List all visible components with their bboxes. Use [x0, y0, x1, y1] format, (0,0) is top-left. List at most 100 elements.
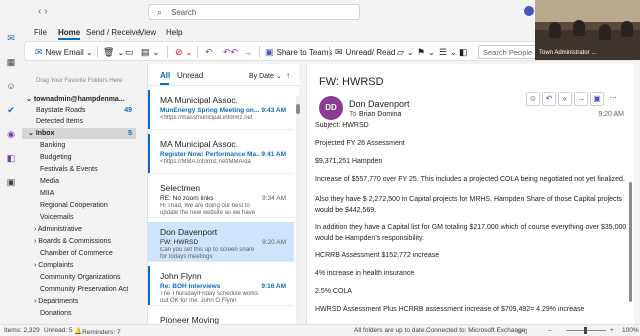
- message-item[interactable]: John Flynn Re: BOH Interviews 9:16 AM Th…: [148, 266, 294, 306]
- message-item[interactable]: MA Municipal Assoc. Register Now: Perfor…: [148, 134, 294, 174]
- message-time: 9:43 AM: [261, 107, 286, 114]
- new-email-label: New Email: [45, 48, 84, 57]
- status-unread: Unread: 5: [44, 327, 73, 334]
- sender-avatar[interactable]: DD: [319, 96, 343, 120]
- folder-community-preservation-act[interactable]: Community Preservation Act: [22, 284, 136, 295]
- tag-icon: ▱: [397, 47, 404, 57]
- sort-direction-icon[interactable]: ↑: [286, 71, 290, 80]
- emoji-icon[interactable]: ☺: [526, 92, 540, 106]
- menu-send-receive[interactable]: Send / Receive: [86, 28, 140, 37]
- email-date: 9:20 AM: [598, 111, 624, 118]
- folder-departments[interactable]: › Departments: [22, 296, 136, 307]
- reading-pane: FW: HWRSD DD Don Davenport To Brian Domi…: [306, 64, 634, 324]
- rules-button[interactable]: ☰ ⌄: [439, 45, 457, 59]
- onenote-icon[interactable]: ◧: [5, 152, 17, 164]
- folder-label: Regional Cooperation: [40, 202, 108, 209]
- folder-administrative[interactable]: › Administrative: [22, 224, 136, 235]
- reply-all-icon[interactable]: «: [558, 92, 572, 106]
- folder-budgeting[interactable]: Budgeting: [22, 152, 136, 163]
- folder-banking[interactable]: Banking: [22, 140, 136, 151]
- folder-media[interactable]: Media: [22, 176, 136, 187]
- body-paragraph: HWRSD Assessment Plus HCRRB assessment i…: [315, 306, 585, 313]
- menu-bar: File Home Send / Receive View Help: [22, 24, 542, 40]
- forward-icon[interactable]: →: [574, 92, 588, 106]
- sort-dropdown[interactable]: By Date ⌄: [249, 72, 282, 80]
- teams-icon[interactable]: ▣: [590, 92, 604, 106]
- teams-icon[interactable]: ◉: [5, 128, 17, 140]
- onenote-button[interactable]: ◧: [459, 45, 471, 59]
- calendar-icon[interactable]: ▦: [5, 56, 17, 68]
- reading-pane-scrollbar[interactable]: [629, 182, 632, 302]
- people-icon[interactable]: ☺: [5, 80, 17, 92]
- view-buttons[interactable]: ▭ ▯: [516, 327, 528, 335]
- teams-share-icon: ▣: [265, 47, 274, 57]
- folder-festivals-events[interactable]: Festivals & Events: [22, 164, 136, 175]
- status-sync: All folders are up to date.: [354, 327, 427, 334]
- reply-all-button[interactable]: ↶↶: [223, 45, 241, 59]
- divider: [197, 46, 198, 58]
- message-item[interactable]: Selectmen RE: No zoom links 9:34 AM Hi T…: [148, 178, 294, 218]
- video-participant: [599, 24, 611, 40]
- flag-button[interactable]: ⚑ ⌄: [417, 45, 435, 59]
- report-button[interactable]: ⊘ ⌄: [175, 45, 192, 59]
- reply-icon[interactable]: ↶: [542, 92, 556, 106]
- apps-icon[interactable]: ▣: [5, 176, 17, 188]
- reply-button[interactable]: ↶: [205, 45, 216, 59]
- folder-voicemails[interactable]: Voicemails: [22, 212, 136, 223]
- folder-community-organizations[interactable]: Community Organizations: [22, 272, 136, 283]
- email-recipient[interactable]: Brian Domina: [359, 111, 401, 118]
- tab-all[interactable]: All: [160, 71, 170, 80]
- zoom-out-button[interactable]: –: [548, 327, 552, 334]
- email-body: Subject: HWRSD Projected FY 26 Assessmen…: [315, 122, 627, 322]
- forward-button[interactable]: →: [243, 45, 255, 59]
- email-actions: ☺ ↶ « → ▣ ⋯: [526, 92, 626, 106]
- menu-view[interactable]: View: [139, 28, 156, 37]
- message-item[interactable]: Pioneer Moving: [148, 310, 294, 324]
- tab-unread[interactable]: Unread: [177, 71, 203, 80]
- zoom-in-button[interactable]: +: [610, 327, 614, 334]
- app-rail: ✉ ▦ ☺ ✔ ◉ ◧ ▣: [0, 24, 22, 324]
- mail-icon[interactable]: ✉: [5, 32, 17, 44]
- share-to-teams-button[interactable]: ▣ Share to Teams: [265, 45, 332, 59]
- folder-regional-cooperation[interactable]: Regional Cooperation: [22, 200, 136, 211]
- folder-miia[interactable]: MIIA: [22, 188, 136, 199]
- menu-file[interactable]: File: [34, 28, 47, 37]
- folder-boards-commissions[interactable]: › Boards & Commissions: [22, 236, 136, 247]
- folder-complaints[interactable]: › Complaints: [22, 260, 136, 271]
- status-reminders[interactable]: 🔔 Reminders: 7: [74, 327, 121, 336]
- menu-home[interactable]: Home: [58, 28, 81, 40]
- archive-button[interactable]: ▭: [125, 45, 137, 59]
- move-button[interactable]: ▤ ⌄: [141, 45, 159, 59]
- delete-button[interactable]: 🗑 ⌄: [103, 45, 124, 59]
- folder-donations[interactable]: Donations: [22, 308, 136, 319]
- message-list-scrollbar[interactable]: [296, 96, 300, 324]
- email-sender[interactable]: Don Davenport: [349, 99, 410, 109]
- folder-detected-items[interactable]: Detected Items: [22, 116, 136, 127]
- folder-inbox[interactable]: ⌄ Inbox 5: [22, 128, 136, 139]
- todo-icon[interactable]: ✔: [5, 104, 17, 116]
- folder-label: Boards & Commissions: [38, 238, 112, 245]
- more-options-icon[interactable]: ⋯: [606, 92, 620, 106]
- folder-chamber-of-commerce[interactable]: Chamber of Commerce: [22, 248, 136, 259]
- message-preview: <https://massmunicipal.informz.net: [160, 115, 253, 121]
- message-item[interactable]: MA Municipal Assoc. MunEnergy Spring Mee…: [148, 90, 294, 130]
- video-caption: Town Administrator ...: [539, 50, 597, 56]
- menu-help[interactable]: Help: [166, 28, 182, 37]
- folder-label: Budgeting: [40, 154, 72, 161]
- account-avatar[interactable]: [524, 6, 534, 16]
- video-call-overlay[interactable]: Town Administrator ...: [535, 0, 640, 60]
- message-sender: John Flynn: [160, 271, 202, 281]
- status-connection: Connected to: Microsoft Exchange: [426, 327, 526, 334]
- account-folder[interactable]: ⌄ townadmin@hampdenma...: [22, 94, 136, 105]
- search-input[interactable]: ⌕ Search: [148, 4, 360, 20]
- folder-baystate-roads[interactable]: Baystate Roads 49: [22, 105, 136, 116]
- unread-read-button[interactable]: ✉ Unread/ Read: [335, 45, 395, 59]
- new-email-button[interactable]: ✉ New Email ⌄: [35, 45, 93, 59]
- categorize-button[interactable]: ▱ ⌄: [397, 45, 414, 59]
- message-item-selected[interactable]: Don Davenport FW: HWRSD 9:20 AM Can you …: [148, 222, 294, 262]
- status-bar: Items: 2,329 Unread: 5 🔔 Reminders: 7 Al…: [0, 324, 640, 336]
- body-paragraph: 2.5% COLA: [315, 288, 352, 295]
- scrollbar-thumb[interactable]: [296, 104, 300, 114]
- zoom-slider-thumb[interactable]: [584, 327, 587, 334]
- back-forward-icons[interactable]: ‹ ›: [38, 6, 47, 17]
